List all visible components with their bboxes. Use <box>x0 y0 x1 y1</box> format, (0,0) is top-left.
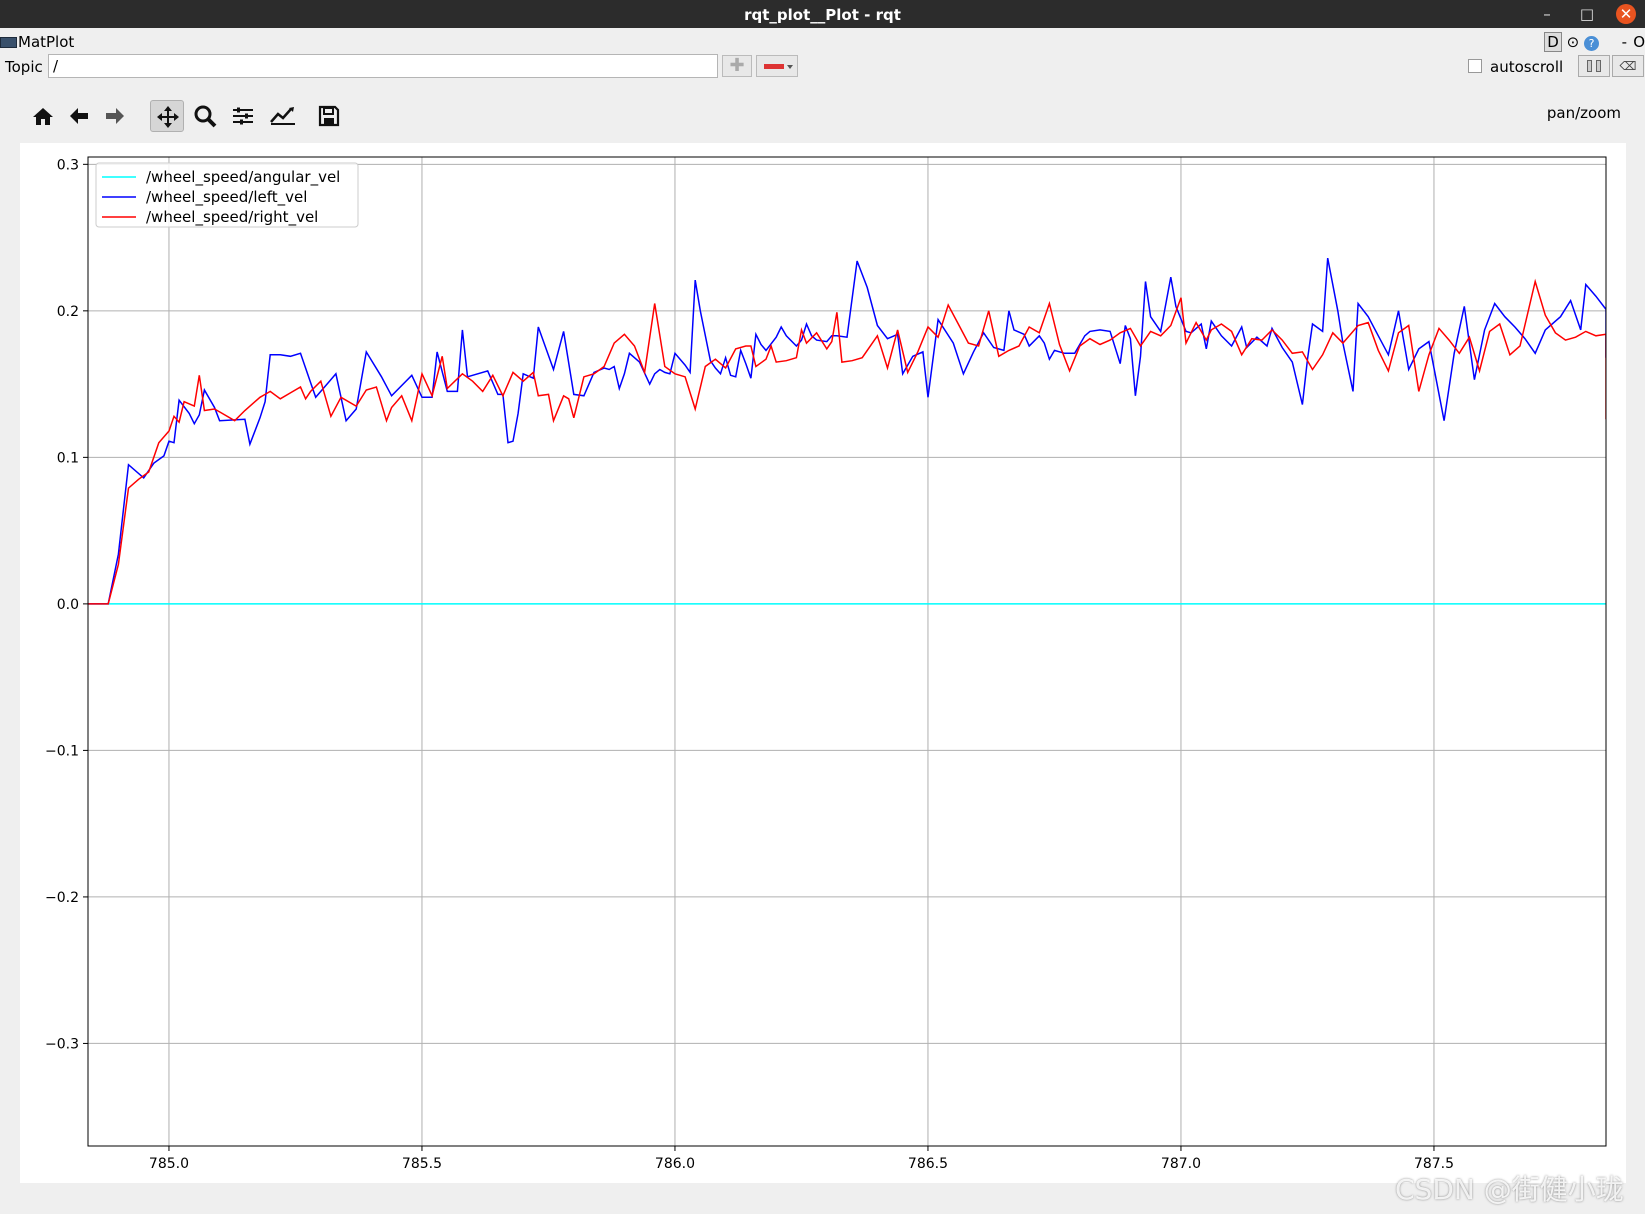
series-line-2 <box>88 278 1606 605</box>
pause-icon-bar <box>1596 60 1601 72</box>
x-tick-label-4: 787.0 <box>1161 1156 1201 1172</box>
subplots-icon <box>233 107 253 125</box>
plugin-minimize-button[interactable]: - <box>1622 33 1627 51</box>
plot-figure[interactable]: 785.0 785.5 786.0 786.5 787.0 787.5 0.3 0.2 0.1 0… <box>20 143 1626 1183</box>
y-tick-label-6: −0.3 <box>45 1036 79 1052</box>
back-icon <box>70 108 88 124</box>
y-tick-label-5: −0.2 <box>45 890 79 906</box>
plugin-options-button[interactable]: O <box>1633 33 1645 51</box>
pause-icon <box>1587 60 1592 72</box>
plugin-header: MatPlot D ⊙ ? - O <box>0 28 1645 52</box>
clear-button[interactable]: ⌫ <box>1612 55 1644 77</box>
dropdown-arrow-icon <box>787 65 793 69</box>
plugin-controls: D ⊙ ? <box>1544 32 1599 52</box>
x-tick-label-0: 785.0 <box>149 1156 189 1172</box>
plugin-name: MatPlot <box>18 33 75 51</box>
dock-toggle-button[interactable]: D <box>1544 32 1562 52</box>
zoom-icon <box>194 105 217 128</box>
legend-label-0: /wheel_speed/angular_vel <box>146 168 340 187</box>
zoom-button[interactable] <box>188 100 222 132</box>
axes-edit-button[interactable] <box>264 100 298 132</box>
autoscroll-label: autoscroll <box>1490 58 1564 76</box>
maximize-button[interactable]: □ <box>1576 4 1598 24</box>
forward-button[interactable] <box>98 100 132 132</box>
plot-canvas[interactable]: 785.0 785.5 786.0 786.5 787.0 787.50.30.20.10… <box>20 143 1626 1183</box>
autoscroll-checkbox[interactable] <box>1468 59 1482 73</box>
topic-input[interactable] <box>48 54 718 78</box>
x-tick-label-3: 786.5 <box>908 1156 948 1172</box>
legend-label-2: /wheel_speed/right_vel <box>146 208 318 227</box>
home-button[interactable] <box>26 100 60 132</box>
subplots-button[interactable] <box>226 100 260 132</box>
topic-bar: Topic ✚ autoscroll ⌫ <box>0 54 1645 80</box>
toolbar-mode-label: pan/zoom <box>1546 104 1621 122</box>
forward-icon <box>106 108 124 124</box>
close-button[interactable]: ✕ <box>1616 4 1636 24</box>
save-button[interactable] <box>312 100 346 132</box>
home-icon <box>33 108 53 125</box>
legend-label-1: /wheel_speed/left_vel <box>146 188 307 207</box>
y-tick-label-0: 0.3 <box>57 157 79 173</box>
matplot-plugin-icon <box>0 37 17 48</box>
save-icon <box>318 105 340 127</box>
y-tick-label-3: 0.0 <box>57 597 79 613</box>
window-title: rqt_plot__Plot - rqt <box>744 6 901 24</box>
back-button[interactable] <box>62 100 96 132</box>
series-line-1 <box>88 257 1606 605</box>
window-titlebar: rqt_plot__Plot - rqt – □ ✕ <box>0 0 1645 28</box>
pan-button[interactable] <box>150 100 184 132</box>
y-tick-label-2: 0.1 <box>57 450 79 466</box>
watermark: CSDN @街健小珑 <box>1395 1173 1624 1206</box>
add-topic-button[interactable]: ✚ <box>722 55 752 77</box>
reload-icon[interactable]: ⊙ <box>1567 33 1580 51</box>
pause-button[interactable] <box>1578 55 1610 77</box>
plot-axes-frame <box>87 156 1607 1147</box>
x-tick-label-2: 786.0 <box>655 1156 695 1172</box>
y-tick-label-4: −0.1 <box>45 743 79 759</box>
pan-icon <box>157 106 179 128</box>
minimize-button[interactable]: – <box>1536 4 1558 24</box>
topic-label: Topic <box>5 58 43 76</box>
x-tick-label-1: 785.5 <box>402 1156 442 1172</box>
help-button[interactable]: ? <box>1584 36 1599 51</box>
remove-topic-button[interactable] <box>756 55 798 77</box>
axes-edit-icon <box>270 107 295 125</box>
y-tick-label-1: 0.2 <box>57 304 79 320</box>
remove-icon <box>764 64 784 69</box>
matplotlib-toolbar: pan/zoom <box>0 100 1645 136</box>
